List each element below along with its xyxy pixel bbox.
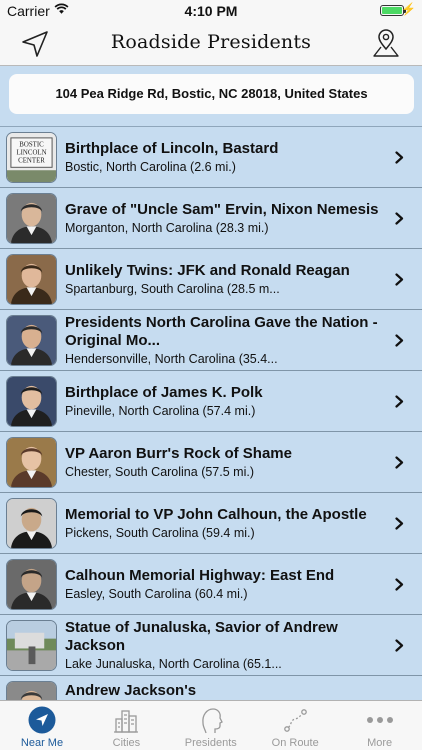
place-location: Bostic, North Carolina (2.6 mi.) [65, 160, 236, 174]
place-title: Statue of Junaluska, Savior of Andrew Ja… [65, 619, 338, 654]
list-item[interactable]: Memorial to VP John Calhoun, the Apostle… [0, 493, 422, 554]
place-text: Calhoun Memorial Highway: East End Easley… [65, 554, 388, 615]
tab-more[interactable]: More [338, 701, 422, 750]
place-title: Memorial to VP John Calhoun, the Apostle [65, 506, 367, 523]
svg-text:BOSTIC: BOSTIC [19, 142, 44, 149]
place-thumbnail [6, 376, 57, 427]
navigation-bar: Roadside Presidents [0, 22, 422, 66]
tab-label: More [367, 737, 393, 749]
place-text: Unlikely Twins: JFK and Ronald Reagan Spa… [65, 249, 388, 310]
tab-label: On Route [271, 737, 319, 749]
place-location: Morganton, North Carolina (28.3 mi.) [65, 221, 269, 235]
tab-cities[interactable]: Cities [84, 701, 168, 750]
place-location: Chester, South Carolina (57.5 mi.) [65, 465, 254, 479]
place-text: Birthplace of Lincoln, Bastard Bostic, No… [65, 127, 388, 188]
chevron-right-icon [395, 639, 404, 652]
svg-text:LINCOLN: LINCOLN [16, 150, 46, 157]
chevron-right-icon [395, 151, 404, 164]
place-thumbnail [6, 498, 57, 549]
place-title: Grave of "Uncle Sam" Ervin, Nixon Nemesi… [65, 201, 379, 218]
place-location: Lake Junaluska, North Carolina (65.1... [65, 657, 282, 671]
on-route-icon [280, 705, 310, 735]
place-location: Hendersonville, North Carolina (35.4... [65, 352, 278, 366]
tab-label: Presidents [184, 737, 237, 749]
chevron-right-icon [395, 273, 404, 286]
map-pin-icon[interactable] [370, 28, 402, 60]
presidents-icon [196, 705, 226, 735]
charging-icon: ⚡ [401, 2, 416, 16]
chevron-right-icon [395, 395, 404, 408]
place-title: VP Aaron Burr's Rock of Shame [65, 445, 292, 462]
tab-presidents[interactable]: Presidents [169, 701, 253, 750]
place-text: Statue of Junaluska, Savior of Andrew Ja… [65, 615, 388, 676]
list-item[interactable]: Unlikely Twins: JFK and Ronald Reagan Spa… [0, 249, 422, 310]
status-bar: Carrier 4:10 PM ⚡ [0, 0, 422, 22]
place-title: Birthplace of Lincoln, Bastard [65, 140, 279, 157]
list-item[interactable]: Calhoun Memorial Highway: East End Easley… [0, 554, 422, 615]
place-thumbnail [6, 254, 57, 305]
more-icon [365, 705, 395, 735]
tab-bar: Near Me Cities Presidents On Route More [0, 700, 422, 750]
chevron-right-icon [395, 334, 404, 347]
list-item[interactable]: Grave of "Uncle Sam" Ervin, Nixon Nemesi… [0, 188, 422, 249]
place-title: Andrew Jackson's [65, 682, 197, 699]
list-item[interactable]: BOSTIC LINCOLN CENTER Birthplace of Lincoln… [0, 127, 422, 188]
place-title: Birthplace of James K. Polk [65, 384, 263, 401]
places-list: BOSTIC LINCOLN CENTER Birthplace of Lincoln… [0, 126, 422, 700]
place-location: Easley, South Carolina (60.4 mi.) [65, 587, 248, 601]
tab-near-me[interactable]: Near Me [0, 701, 84, 750]
place-text: Presidents North Carolina Gave the Natio… [65, 310, 388, 371]
place-location: Pickens, South Carolina (59.4 mi.) [65, 526, 255, 540]
near-me-icon [27, 705, 57, 735]
place-thumbnail [6, 315, 57, 366]
chevron-right-icon [395, 578, 404, 591]
place-thumbnail [6, 620, 57, 671]
svg-text:CENTER: CENTER [18, 157, 45, 164]
place-thumbnail [6, 193, 57, 244]
place-location: Spartanburg, South Carolina (28.5 m... [65, 282, 280, 296]
cities-icon [111, 705, 141, 735]
place-thumbnail [6, 437, 57, 488]
place-thumbnail [6, 681, 57, 700]
place-text: Memorial to VP John Calhoun, the Apostle… [65, 493, 388, 554]
place-thumbnail [6, 559, 57, 610]
list-item[interactable]: Birthplace of James K. Polk Pineville, No… [0, 371, 422, 432]
tab-label: Cities [112, 737, 141, 749]
chevron-right-icon [395, 212, 404, 225]
list-item[interactable]: VP Aaron Burr's Rock of Shame Chester, So… [0, 432, 422, 493]
place-text: Grave of "Uncle Sam" Ervin, Nixon Nemesi… [65, 188, 388, 249]
list-item[interactable]: Presidents North Carolina Gave the Natio… [0, 310, 422, 371]
list-item[interactable]: Statue of Junaluska, Savior of Andrew Ja… [0, 615, 422, 676]
place-title: Unlikely Twins: JFK and Ronald Reagan [65, 262, 350, 279]
place-title: Calhoun Memorial Highway: East End [65, 567, 335, 584]
app-title: Roadside Presidents [110, 31, 312, 53]
place-text: Andrew Jackson's [65, 676, 388, 700]
place-text: VP Aaron Burr's Rock of Shame Chester, So… [65, 432, 388, 493]
tab-label: Near Me [20, 737, 64, 749]
place-thumbnail: BOSTIC LINCOLN CENTER [6, 132, 57, 183]
list-item[interactable]: Andrew Jackson's [0, 676, 422, 700]
chevron-right-icon [395, 456, 404, 469]
chevron-right-icon [395, 517, 404, 530]
place-location: Pineville, North Carolina (57.4 mi.) [65, 404, 256, 418]
place-text: Birthplace of James K. Polk Pineville, No… [65, 371, 388, 432]
tab-on-route[interactable]: On Route [253, 701, 337, 750]
place-title: Presidents North Carolina Gave the Natio… [65, 314, 378, 349]
current-address[interactable]: 104 Pea Ridge Rd, Bostic, NC 28018, Unit… [9, 74, 414, 114]
clock: 4:10 PM [184, 3, 238, 19]
